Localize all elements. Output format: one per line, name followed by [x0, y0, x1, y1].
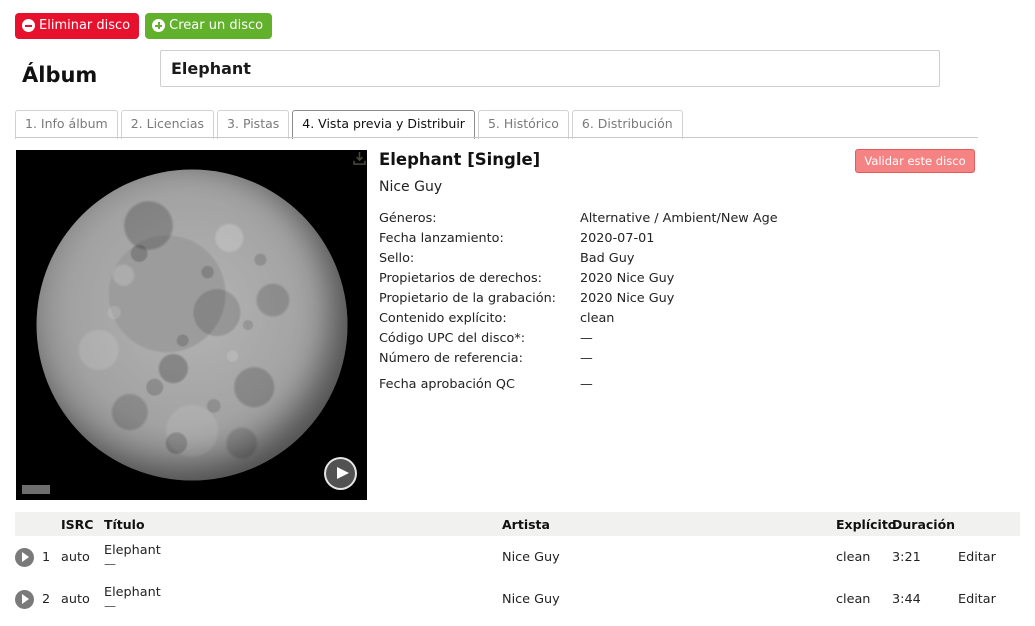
tab-info-album[interactable]: 1. Info álbum [15, 110, 118, 139]
table-row: 2 auto Elephant — Nice Guy clean 3:44 Ed… [15, 578, 1020, 620]
meta-value: Bad Guy [580, 251, 635, 266]
track-artist: Nice Guy [502, 591, 560, 607]
meta-value: Alternative / Ambient/New Age [580, 211, 778, 226]
tab-divider [15, 137, 978, 138]
col-title: Título [104, 516, 145, 532]
tab-licencias[interactable]: 2. Licencias [120, 110, 215, 139]
meta-value: — [580, 331, 593, 346]
meta-key: Géneros: [379, 211, 437, 226]
artwork-watermark [22, 485, 50, 494]
artwork-play-button[interactable] [324, 457, 357, 490]
track-play-cell [15, 589, 42, 609]
track-edit-button[interactable]: Editar [958, 592, 1018, 607]
meta-row: Géneros: Alternative / Ambient/New Age [379, 211, 778, 231]
album-title-input[interactable] [160, 50, 940, 87]
meta-row: Fecha lanzamiento: 2020-07-01 [379, 231, 778, 251]
col-duration: Duración [892, 516, 956, 532]
track-artist: Nice Guy [502, 549, 560, 565]
track-explicit: clean [836, 549, 871, 565]
meta-value: — [580, 351, 593, 366]
meta-value: 2020-07-01 [580, 231, 655, 246]
track-isrc: auto [61, 591, 90, 607]
delete-disc-button[interactable]: Eliminar disco [15, 13, 140, 39]
tab-distribucion[interactable]: 6. Distribución [571, 110, 683, 139]
track-duration: 3:44 [892, 591, 921, 607]
col-isrc: ISRC [61, 516, 94, 532]
table-header: ISRC Título Artista Explícito Duración [15, 512, 1020, 536]
col-artist: Artista [502, 516, 550, 532]
tab-pistas[interactable]: 3. Pistas [217, 110, 290, 139]
tab-bar: 1. Info álbum 2. Licencias 3. Pistas 4. … [15, 110, 683, 139]
track-title: Elephant [104, 585, 161, 600]
tab-historico[interactable]: 5. Histórico [477, 110, 569, 139]
delete-disc-label: Eliminar disco [39, 18, 131, 33]
track-edit-button[interactable]: Editar [958, 550, 1018, 565]
meta-key: Propietario de la grabación: [379, 291, 556, 306]
track-title-cell: Elephant — [104, 543, 502, 571]
meta-row: Número de referencia: — [379, 351, 778, 371]
track-subtitle: — [104, 599, 116, 613]
meta-key: Contenido explícito: [379, 311, 507, 326]
meta-value: clean [580, 311, 615, 326]
play-icon[interactable] [15, 547, 34, 567]
track-table: ISRC Título Artista Explícito Duración 1… [15, 512, 1020, 620]
meta-row: Código UPC del disco*: — [379, 331, 778, 351]
track-number: 1 [42, 549, 51, 565]
track-title-cell: Elephant — [104, 585, 502, 613]
album-artwork[interactable] [16, 150, 367, 500]
meta-key: Fecha lanzamiento: [379, 231, 504, 246]
meta-row: Propietarios de derechos: 2020 Nice Guy [379, 271, 778, 291]
validate-disc-button[interactable]: Validar este disco [855, 149, 975, 173]
tab-vista-previa-distribuir[interactable]: 4. Vista previa y Distribuir [292, 110, 475, 139]
create-disc-label: Crear un disco [169, 18, 264, 33]
create-disc-button[interactable]: Crear un disco [145, 13, 273, 39]
meta-value: — [580, 377, 593, 392]
release-title: Elephant [Single] [379, 150, 541, 169]
track-play-cell [15, 547, 42, 567]
col-explicit: Explícito [836, 516, 897, 532]
track-subtitle: — [104, 557, 116, 571]
release-metadata: Géneros: Alternative / Ambient/New Age F… [379, 211, 778, 397]
table-row: 1 auto Elephant — Nice Guy clean 3:21 Ed… [15, 536, 1020, 578]
track-number: 2 [42, 591, 51, 607]
play-icon[interactable] [15, 589, 34, 609]
meta-value: 2020 Nice Guy [580, 291, 675, 306]
meta-key: Propietarios de derechos: [379, 271, 542, 286]
track-explicit: clean [836, 591, 871, 607]
download-icon[interactable] [352, 151, 367, 166]
release-artist: Nice Guy [379, 179, 443, 195]
moon-image [36, 169, 347, 481]
track-title: Elephant [104, 543, 161, 558]
meta-row: Propietario de la grabación: 2020 Nice G… [379, 291, 778, 311]
plus-circle-icon [152, 19, 166, 32]
toolbar: Eliminar disco Crear un disco [15, 13, 273, 39]
meta-row: Sello: Bad Guy [379, 251, 778, 271]
meta-key: Sello: [379, 251, 415, 266]
meta-key: Fecha aprobación QC [379, 377, 515, 392]
album-label: Álbum [22, 63, 98, 87]
meta-value: 2020 Nice Guy [580, 271, 675, 286]
album-preview-page: Eliminar disco Crear un disco Álbum 1. I… [0, 0, 1035, 626]
track-isrc: auto [61, 549, 90, 565]
track-duration: 3:21 [892, 549, 921, 565]
meta-key: Número de referencia: [379, 351, 523, 366]
minus-circle-icon [22, 19, 35, 32]
meta-row: Fecha aprobación QC — [379, 377, 778, 397]
meta-key: Código UPC del disco*: [379, 331, 526, 346]
meta-row: Contenido explícito: clean [379, 311, 778, 331]
